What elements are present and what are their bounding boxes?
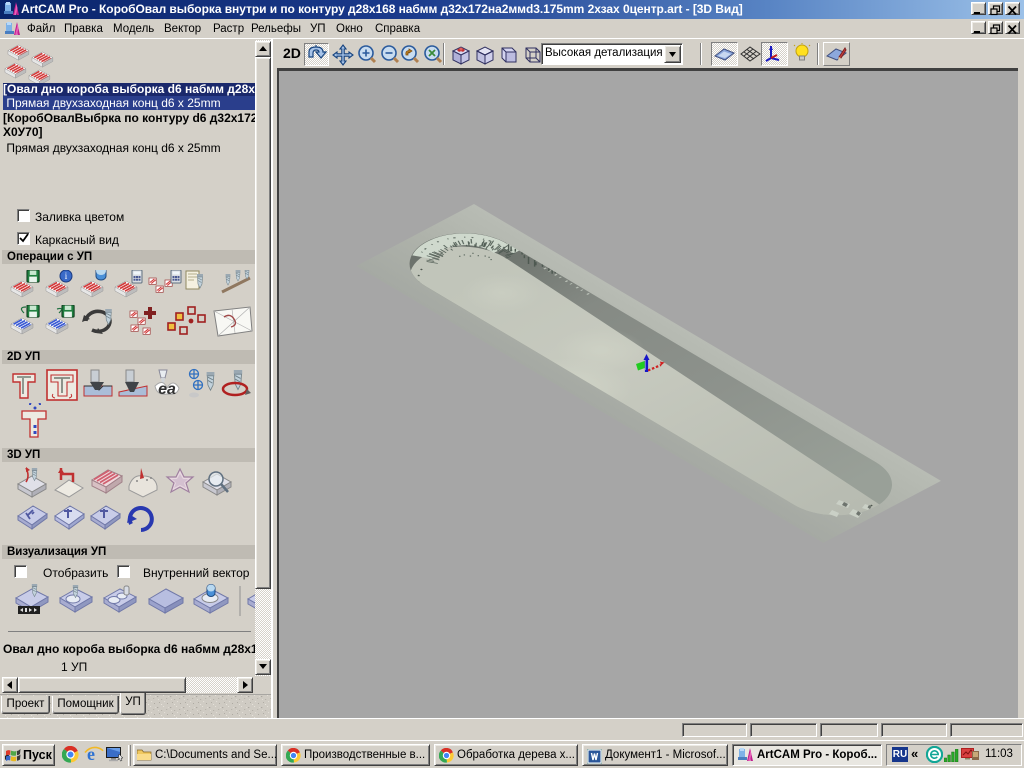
svg-text:ea: ea — [158, 381, 176, 398]
